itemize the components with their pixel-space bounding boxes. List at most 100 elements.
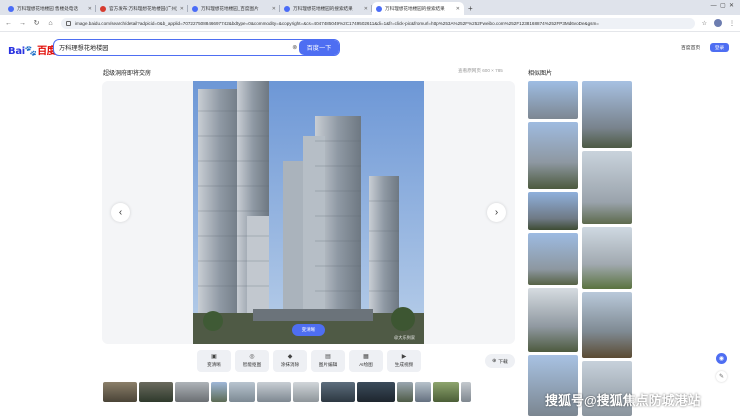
- next-image-button[interactable]: ›: [487, 203, 506, 222]
- reload-icon[interactable]: ↻: [33, 19, 40, 27]
- tab-bar: 万科理想花地楼园 售楼处电话 ✕ 官方发布:万科理想花地楼园(广州) ✕ 万科理想花…: [0, 0, 740, 15]
- feedback-icon[interactable]: ✎: [716, 371, 727, 382]
- url-text: image.baidu.com/search/detail?adpicid=0&…: [75, 20, 599, 26]
- related-image[interactable]: [582, 292, 632, 358]
- thumbnail[interactable]: [103, 382, 137, 402]
- close-tab-icon[interactable]: ✕: [456, 6, 460, 12]
- image-toolbar: ▣ 变清晰 ◎ 智能抠图 ◆ 涂抹消除 ▤ 图片编辑 ▦ AI绘图 ▶ 生成视频: [197, 350, 421, 372]
- related-image[interactable]: [582, 151, 632, 224]
- tab-title: 万科理想花地楼园的搜索结果: [385, 5, 445, 11]
- logo-text-latin: Bai: [8, 46, 25, 57]
- tab-title: 万科理想花地楼园的搜索结果: [293, 5, 353, 11]
- menu-icon[interactable]: ⋮: [729, 20, 735, 27]
- tool-label: 智能抠图: [242, 362, 262, 367]
- url-field[interactable]: image.baidu.com/search/detail?adpicid=0&…: [61, 17, 695, 29]
- star-icon[interactable]: ☆: [702, 20, 707, 27]
- profile-icon[interactable]: [714, 19, 722, 27]
- source-watermark: 搜狐号@搜狐焦点防城港站: [545, 393, 701, 408]
- logo-paw-icon: 🐾: [24, 46, 38, 57]
- browser-tab-1[interactable]: 万科理想花地楼园 售楼处电话 ✕: [4, 2, 96, 15]
- image-hd-icon: ▣: [211, 354, 217, 360]
- site-info-icon[interactable]: [66, 20, 71, 26]
- related-image[interactable]: [528, 81, 578, 119]
- tool-video[interactable]: ▶ 生成视频: [387, 350, 421, 372]
- smart-cutout-icon: ◎: [249, 354, 255, 360]
- thumbnail[interactable]: [321, 382, 355, 402]
- back-icon[interactable]: ←: [5, 20, 12, 27]
- home-icon[interactable]: ⌂: [47, 20, 54, 27]
- baidu-paw-icon: [8, 5, 14, 12]
- browser-tab-2[interactable]: 官方发布:万科理想花地楼园(广州) ✕: [96, 2, 188, 15]
- tool-label: 涂抹消除: [280, 362, 300, 367]
- tool-enhance[interactable]: ▣ 变清晰: [197, 350, 231, 372]
- tool-cutout[interactable]: ◎ 智能抠图: [235, 350, 269, 372]
- image-edit-icon: ▤: [325, 354, 331, 360]
- tab-title: 万科理想花地楼园 售楼处电话: [17, 5, 78, 11]
- image-title: 超级洞府即将交房: [103, 71, 152, 77]
- baidu-red-icon: [100, 5, 106, 12]
- login-button[interactable]: 登录: [710, 43, 729, 52]
- image-source-meta[interactable]: 查看原网页 600 × 785: [458, 68, 503, 74]
- tool-edit[interactable]: ▤ 图片编辑: [311, 350, 345, 372]
- search-box[interactable]: 万科理想花地楼园 ⊗ 🎤︎ ⚲ ▣: [53, 39, 340, 56]
- photo-watermark: @大乐到家: [394, 335, 416, 340]
- thumbnail[interactable]: [433, 382, 459, 402]
- eraser-icon: ◆: [287, 354, 293, 360]
- thumbnail[interactable]: [257, 382, 291, 402]
- thumbnail[interactable]: [175, 382, 209, 402]
- tool-label: 图片编辑: [318, 362, 338, 367]
- tab-title: 万科理想花地楼园_百度图片: [201, 5, 259, 11]
- tool-label: AI绘图: [359, 362, 373, 367]
- thumbnail[interactable]: [139, 382, 173, 402]
- browser-tab-5[interactable]: 万科理想花地楼园的搜索结果 ✕: [372, 2, 464, 15]
- baidu-logo[interactable]: Bai🐾百度: [8, 42, 57, 57]
- thumbnail[interactable]: [357, 382, 395, 402]
- browser-tab-4[interactable]: 万科理想花地楼园的搜索结果 ✕: [280, 2, 372, 15]
- ai-image-icon: ▦: [363, 354, 369, 360]
- baidu-paw-icon: [376, 5, 382, 12]
- related-image[interactable]: [582, 227, 632, 289]
- close-tab-icon[interactable]: ✕: [364, 6, 368, 12]
- search-input[interactable]: 万科理想花地楼园: [59, 43, 292, 52]
- baidu-paw-icon: [284, 5, 290, 12]
- tool-erase[interactable]: ◆ 涂抹消除: [273, 350, 307, 372]
- tool-ai-draw[interactable]: ▦ AI绘图: [349, 350, 383, 372]
- tab-title: 官方发布:万科理想花地楼园(广州): [109, 5, 177, 11]
- download-label: 下载: [498, 359, 508, 365]
- related-image[interactable]: [528, 288, 578, 352]
- new-tab-icon[interactable]: +: [468, 4, 473, 13]
- thumbnail[interactable]: [397, 382, 413, 402]
- forward-icon[interactable]: →: [19, 20, 26, 27]
- thumbnail-strip: [103, 382, 471, 402]
- browser-tab-3[interactable]: 万科理想花地楼园_百度图片 ✕: [188, 2, 280, 15]
- tool-label: 变清晰: [207, 362, 221, 367]
- close-tab-icon[interactable]: ✕: [272, 6, 276, 12]
- clear-icon[interactable]: ⊗: [292, 44, 297, 51]
- thumbnail[interactable]: [229, 382, 255, 402]
- related-image[interactable]: [582, 81, 632, 148]
- previous-image-button[interactable]: ‹: [111, 203, 130, 222]
- main-photo[interactable]: [193, 81, 424, 344]
- baidu-paw-icon: [192, 5, 198, 12]
- thumbnail[interactable]: [293, 382, 319, 402]
- download-icon: ⊕: [492, 358, 497, 364]
- video-icon: ▶: [401, 354, 407, 360]
- thumbnail[interactable]: [415, 382, 431, 402]
- enhance-button[interactable]: 变清晰: [292, 324, 325, 336]
- window-controls-icon[interactable]: — ▢ ✕: [711, 2, 734, 9]
- related-images-title: 相似图片: [528, 71, 553, 77]
- thumbnail[interactable]: [211, 382, 227, 402]
- related-image[interactable]: [528, 192, 578, 230]
- chevron-right-icon: ›: [494, 207, 499, 218]
- assistant-icon[interactable]: ◉: [716, 353, 727, 364]
- chevron-left-icon: ‹: [118, 207, 123, 218]
- tool-label: 生成视频: [394, 362, 414, 367]
- thumbnail[interactable]: [461, 382, 471, 402]
- baidu-home-link[interactable]: 百度首页: [681, 44, 700, 51]
- download-button[interactable]: ⊕ 下载: [485, 354, 515, 368]
- search-button[interactable]: 百度一下: [299, 40, 339, 55]
- close-tab-icon[interactable]: ✕: [88, 6, 92, 12]
- related-image[interactable]: [528, 233, 578, 285]
- related-image[interactable]: [528, 122, 578, 189]
- close-tab-icon[interactable]: ✕: [180, 6, 184, 12]
